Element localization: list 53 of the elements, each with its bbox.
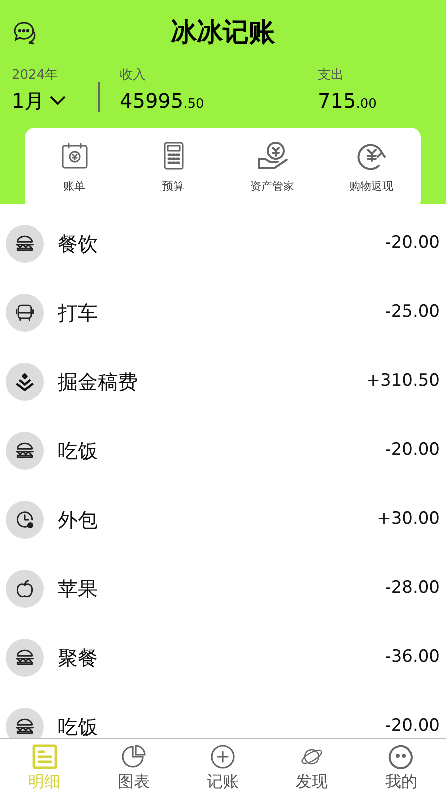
record-amount: -20.00 [385,715,440,738]
record-name: 掘金稿费 [58,369,138,396]
pie-chart-icon [120,744,147,770]
record-row[interactable]: 吃饭 -20.00 [0,416,446,486]
list-icon [32,744,58,770]
record-amount: -20.00 [385,439,440,462]
apple-icon [14,578,36,600]
add-icon [210,744,236,770]
chevrons-icon [14,371,36,393]
nav-tab[interactable]: 发现 [268,739,357,798]
record-name: 外包 [58,507,98,534]
income-amount: 45995 [120,88,184,114]
record-name: 打车 [58,300,98,327]
chevron-down-icon [48,94,67,106]
record-row[interactable]: 苹果 -28.00 [0,554,446,624]
record-row[interactable]: 外包 +30.00 [0,486,446,554]
record-name: 吃饭 [58,714,98,738]
record-row[interactable]: 掘金稿费 +310.50 [0,348,446,416]
calendar-icon [60,141,90,172]
record-amount: +310.50 [366,370,440,394]
app-title: 冰冰记账 [171,16,275,50]
shortcut-button[interactable]: 账单 [25,141,124,196]
expense-decimal: .00 [356,96,377,114]
nav-tab[interactable]: 我的 [356,739,446,798]
face-icon [388,744,414,770]
record-amount: -25.00 [385,301,440,324]
shortcut-button[interactable]: 购物返现 [322,141,421,196]
shortcut-button[interactable]: 资产管家 [223,141,322,196]
nav-tab[interactable]: 图表 [89,739,178,798]
expense-amount: 715 [318,88,356,114]
month-selector[interactable]: 1月 [12,86,98,116]
record-amount: -20.00 [385,232,440,256]
record-name: 聚餐 [58,645,98,672]
record-row[interactable]: 打车 -25.00 [0,278,446,348]
income-label: 收入 [120,67,147,85]
record-name: 吃饭 [58,438,98,465]
bus-icon [14,302,36,324]
coin-hand-icon [256,141,290,172]
record-row[interactable]: 聚餐 -36.00 [0,624,446,692]
income-decimal: .50 [184,96,204,114]
shortcut-button[interactable]: 预算 [124,141,223,196]
year-label: 2024年 [12,67,60,85]
nav-tab[interactable]: 记账 [178,739,268,798]
clock-icon [14,509,36,531]
yen-refresh-icon [356,141,388,172]
record-row[interactable]: 餐饮 -20.00 [0,210,446,278]
record-amount: -28.00 [385,577,440,600]
chat-icon[interactable] [12,20,38,46]
record-amount: -36.00 [385,646,440,670]
expense-label: 支出 [318,67,345,85]
record-name: 苹果 [58,576,98,603]
record-name: 餐饮 [58,231,98,258]
record-amount: +30.00 [377,508,440,532]
